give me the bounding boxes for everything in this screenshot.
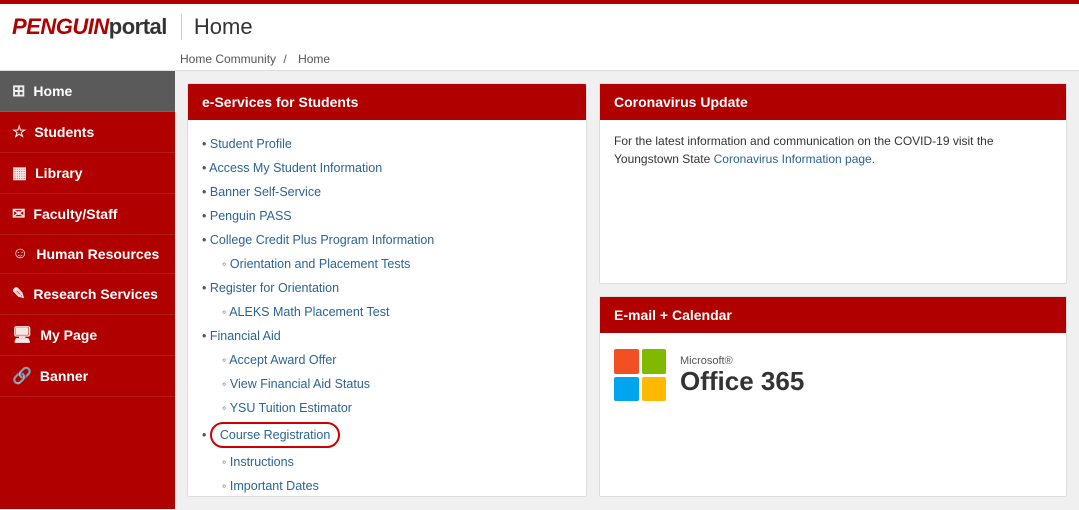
list-item: ALEKS Math Placement Test [202,300,572,324]
logo[interactable]: PENGUINportal [12,14,167,40]
eservices-link[interactable]: Banner Self-Service [210,185,321,199]
list-item: Access My Student Information [202,156,572,180]
ms-square-yellow [642,377,667,402]
sidebar-icon-faculty: ✉ [12,204,25,224]
office365-label: Office 365 [680,367,804,396]
eservices-link[interactable]: Accept Award Offer [229,353,336,367]
coronavirus-header: Coronavirus Update [600,84,1066,120]
sidebar-item-library[interactable]: ▦ Library [0,153,175,194]
coronavirus-body: For the latest information and communica… [600,120,1066,180]
list-item: Financial Aid [202,324,572,348]
sidebar-item-banner[interactable]: 🔗 Banner [0,356,175,397]
logo-penguin: PENGUIN [12,14,109,39]
right-column: Coronavirus Update For the latest inform… [599,83,1067,497]
sidebar-item-mypage[interactable]: 🖥 My Page [0,315,175,356]
breadcrumb: Home Community / Home [0,50,1079,71]
sidebar-icon-home: ⊞ [12,81,25,101]
breadcrumb-community[interactable]: Home Community [180,52,276,66]
eservices-card: e-Services for Students Student Profile A… [187,83,587,497]
eservices-link[interactable]: Instructions [230,455,294,469]
left-column: e-Services for Students Student Profile A… [187,83,587,497]
list-item: Orientation and Placement Tests [202,252,572,276]
email-calendar-card: E-mail + Calendar Microsoft® Office 365 [599,296,1067,497]
sidebar-label-banner: Banner [40,368,88,385]
logo-portal: portal [109,14,167,39]
list-item: Instructions [202,450,572,474]
eservices-link[interactable]: Penguin PASS [210,209,292,223]
breadcrumb-current: Home [298,52,330,66]
eservices-body: Student Profile Access My Student Informa… [188,120,586,497]
microsoft-text: Microsoft® Office 365 [680,355,804,396]
sidebar-label-faculty: Faculty/Staff [33,206,117,223]
email-calendar-body: Microsoft® Office 365 [600,333,1066,417]
coronavirus-card: Coronavirus Update For the latest inform… [599,83,1067,284]
sidebar-item-faculty[interactable]: ✉ Faculty/Staff [0,194,175,235]
sidebar-item-hr[interactable]: ☺ Human Resources [0,235,175,274]
sidebar-icon-mypage: 🖥 [12,325,32,345]
sidebar-label-mypage: My Page [40,327,97,344]
list-item: Banner Self-Service [202,180,572,204]
list-item: View Financial Aid Status [202,372,572,396]
sidebar-icon-library: ▦ [12,163,27,183]
list-item: Register for Orientation [202,276,572,300]
eservices-link[interactable]: Access My Student Information [209,161,382,175]
sidebar-icon-banner: 🔗 [12,366,32,386]
list-item: YSU Tuition Estimator [202,396,572,420]
ms-square-blue [614,377,639,402]
email-calendar-header: E-mail + Calendar [600,297,1066,333]
ms-square-orange [614,349,639,374]
eservices-header: e-Services for Students [188,84,586,120]
sidebar-label-home: Home [33,83,72,100]
layout: ⊞ Home ☆ Students ▦ Library ✉ Faculty/St… [0,71,1079,509]
microsoft-brand: Microsoft® [680,355,804,367]
eservices-link-list: Student Profile Access My Student Informa… [202,132,572,497]
eservices-link[interactable]: Register for Orientation [210,281,339,295]
sidebar-label-students: Students [34,124,94,141]
eservices-link[interactable]: Course Registration [210,428,340,442]
eservices-link[interactable]: Important Dates [230,479,319,493]
eservices-link[interactable]: Financial Aid [210,329,281,343]
breadcrumb-separator: / [283,52,286,66]
microsoft-logo [614,349,666,401]
sidebar-icon-students: ☆ [12,122,26,142]
page-title: Home [181,14,253,40]
list-item: Penguin PASS [202,204,572,228]
eservices-link[interactable]: YSU Tuition Estimator [230,401,352,415]
sidebar-icon-hr: ☺ [12,245,28,263]
sidebar: ⊞ Home ☆ Students ▦ Library ✉ Faculty/St… [0,71,175,509]
ms-square-green [642,349,667,374]
sidebar-item-home[interactable]: ⊞ Home [0,71,175,112]
sidebar-item-research[interactable]: ✎ Research Services [0,274,175,315]
eservices-link[interactable]: College Credit Plus Program Information [210,233,434,247]
sidebar-label-hr: Human Resources [36,246,159,263]
list-item: Course Registration [202,420,572,450]
list-item: Student Profile [202,132,572,156]
eservices-link[interactable]: Orientation and Placement Tests [230,257,410,271]
list-item: Accept Award Offer [202,348,572,372]
main-content: e-Services for Students Student Profile A… [175,71,1079,509]
sidebar-label-library: Library [35,165,82,182]
sidebar-item-students[interactable]: ☆ Students [0,112,175,153]
eservices-link[interactable]: Student Profile [210,137,292,151]
list-item: Important Dates [202,474,572,497]
eservices-link[interactable]: View Financial Aid Status [230,377,370,391]
sidebar-label-research: Research Services [33,286,158,303]
sidebar-icon-research: ✎ [12,284,25,304]
list-item: College Credit Plus Program Information [202,228,572,252]
eservices-link[interactable]: ALEKS Math Placement Test [229,305,389,319]
header: PENGUINportal Home [0,0,1079,50]
coronavirus-link[interactable]: Coronavirus Information page. [714,152,875,166]
